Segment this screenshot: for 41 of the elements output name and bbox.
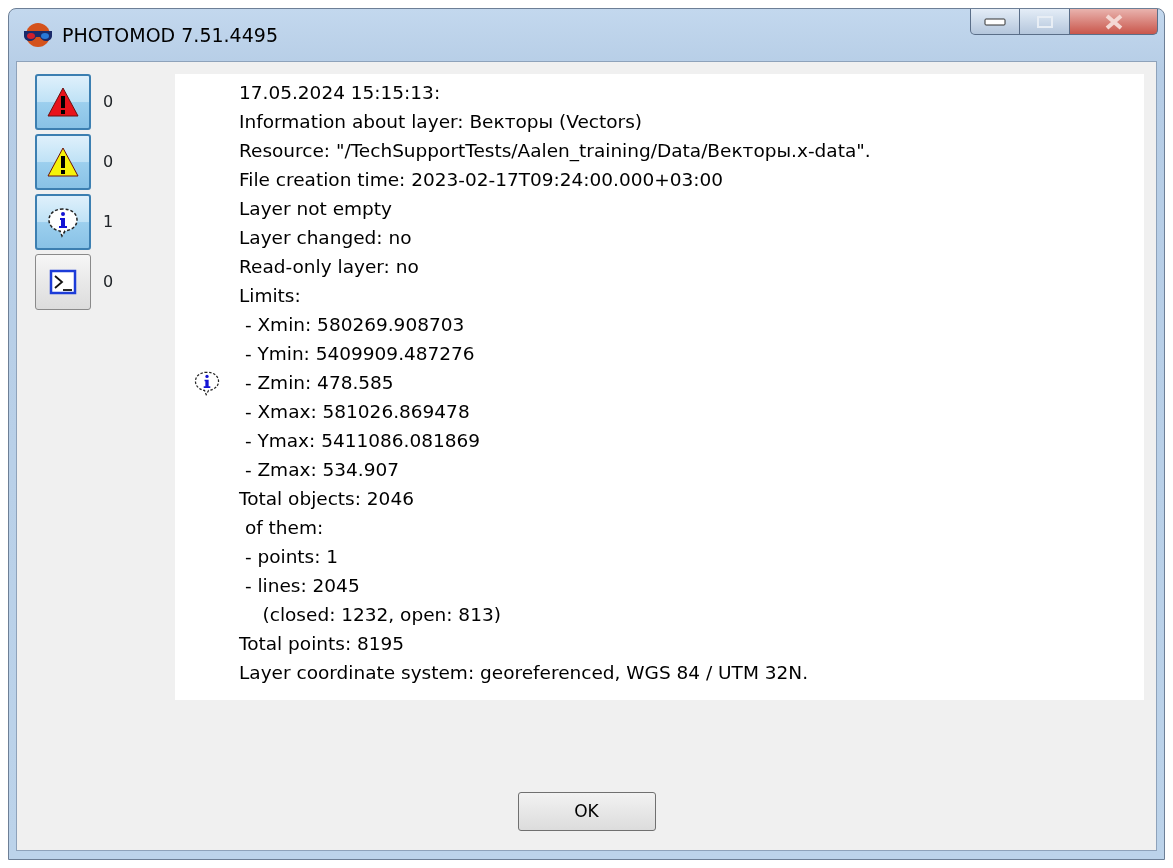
ok-button[interactable]: OK [517, 792, 656, 831]
message-count: 1 [103, 211, 114, 233]
log-line: - Zmin: 478.585 [243, 371, 394, 395]
app-logo-icon [22, 22, 54, 48]
message-count: 0 [103, 91, 114, 113]
log-line: - lines: 2045 [243, 574, 360, 598]
close-button[interactable] [1070, 9, 1158, 35]
log-line: Layer coordinate system: georeferenced, WGS 84 / UTM 32N. [239, 661, 809, 685]
close-icon [1103, 13, 1124, 30]
log-line: Resource: "/TechSupportTests/Aalen_training/Data/Векторы.x-data". [239, 139, 871, 164]
log-line: of them: [243, 516, 324, 540]
log-line: - Xmin: 580269.908703 [243, 313, 465, 337]
log-line: Information about layer: Векторы (Vectors) [239, 110, 643, 134]
log-line: - Xmax: 581026.869478 [243, 400, 470, 424]
log-line: (closed: 1232, open: 813) [261, 603, 501, 627]
log-line: Read-only layer: no [239, 255, 419, 279]
maximize-button[interactable] [1020, 9, 1070, 35]
log-line: Layer not empty [239, 197, 392, 221]
log-line: - Ymax: 5411086.081869 [243, 429, 481, 453]
error-filter-button[interactable] [35, 74, 91, 130]
log-line: Total points: 8195 [239, 632, 405, 656]
log-line: Layer changed: no [239, 226, 412, 250]
log-line: 17.05.2024 15:15:13: [239, 81, 441, 105]
warning-filter-button[interactable] [35, 134, 91, 190]
info-filter-button[interactable] [35, 194, 91, 250]
error-icon [46, 85, 80, 119]
maximize-icon [1035, 14, 1054, 29]
log-line: Total objects: 2046 [239, 487, 414, 511]
log-line: - points: 1 [243, 545, 339, 569]
minimize-button[interactable] [970, 9, 1020, 35]
log-line: File creation time: 2023-02-17T09:24:00.000+03:00 [239, 168, 724, 192]
console-filter-button[interactable] [35, 254, 91, 310]
log-line: Limits: [239, 284, 301, 308]
message-count: 0 [103, 151, 114, 173]
info-icon [46, 205, 80, 239]
minimize-icon [983, 16, 1007, 27]
log-line: - Ymin: 5409909.487276 [243, 342, 475, 366]
window-title: PHOTOMOD 7.51.4495 [62, 22, 278, 48]
warning-icon [46, 145, 80, 179]
log-line: - Zmax: 534.907 [243, 458, 400, 482]
message-count: 0 [103, 271, 114, 293]
